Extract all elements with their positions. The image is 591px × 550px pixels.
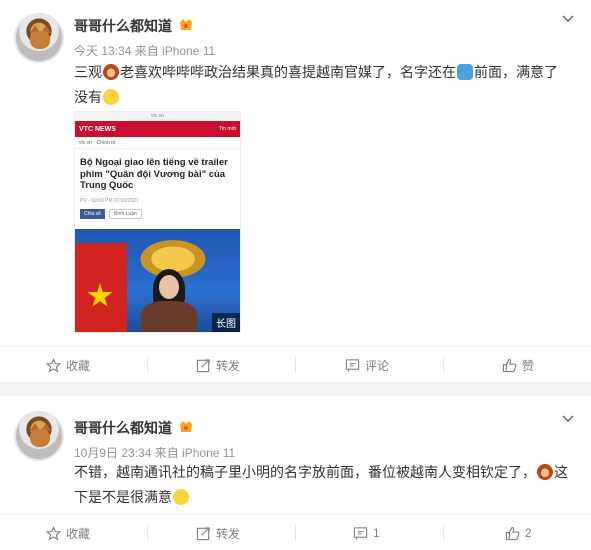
repost-icon [196,358,210,372]
repost-label: 转发 [216,526,241,541]
post-text-segment: 下是不是很满意 [74,489,172,505]
image-buttons: Chia sẻ Bình Luận [75,206,240,222]
image-byline: PV · 00:03 PM 07/10/2021 [80,197,139,204]
vip-badge-icon[interactable] [178,420,194,434]
post-text-segment: 三观 [74,64,102,80]
image-share-button: Chia sẻ [80,208,105,219]
long-image-badge: 长图 [212,313,240,332]
post-text: 三观 老喜欢哔哔哔政治结果真的喜提越南官媒了，名字还在 前面，满意了 没有 [74,60,574,110]
monkey-emoji-icon [537,464,553,480]
vip-badge-icon[interactable] [178,18,194,32]
avatar[interactable] [14,13,64,63]
post-image[interactable]: vtc.vn VTC NEWS Tin mới vtc.vn · Chính t… [74,111,241,333]
post-text-segment: 不错，越南通讯社的稿子里小明的名字放前面，番位被越南人变相钦定了， [74,464,536,480]
thumbs-up-icon [505,526,520,540]
image-site-logo: VTC NEWS [79,125,116,133]
favorite-button[interactable]: 收藏 [46,347,90,383]
star-icon [46,525,61,540]
comment-label: 评论 [365,358,390,373]
favorite-button[interactable]: 收藏 [46,515,90,550]
avatar[interactable] [14,411,64,461]
repost-label: 转发 [216,358,241,373]
post-meta: 10月9日 23:34 来自 iPhone 11 [74,446,236,460]
post-meta: 今天 13:34 来自 iPhone 11 [74,44,216,58]
comment-icon [345,358,360,372]
favorite-label: 收藏 [66,358,91,373]
post-text-segment: 这 [554,464,568,480]
spokesperson [139,269,199,332]
post-text-segment: 前面，满意了 [474,64,558,80]
repost-icon [196,526,210,540]
thinking-emoji-icon [173,489,189,505]
username[interactable]: 哥哥什么都知道 [74,16,172,36]
username[interactable]: 哥哥什么都知道 [74,418,172,438]
image-comment-button: Bình Luận [108,208,142,219]
post-separator [0,382,591,396]
comment-icon [353,526,368,540]
like-label: 赞 [522,358,535,373]
repost-button[interactable]: 转发 [196,515,240,550]
weibo-post-1: 哥哥什么都知道 今天 13:34 来自 iPhone 11 三观 老喜欢哔哔哔政治… [0,0,591,382]
thumbs-up-icon [502,358,517,372]
action-bar: 收藏 转发 评论 赞 [0,346,591,382]
image-subnav: vtc.vn · Chính trị [75,137,240,149]
comment-button[interactable]: 1 [353,515,380,550]
image-headline: Bộ Ngoại giao lên tiếng về trailer phim … [80,157,228,191]
action-bar: 收藏 转发 1 2 [0,514,591,550]
monkey-emoji-icon [103,64,119,80]
weibo-post-2: 哥哥什么都知道 10月9日 23:34 来自 iPhone 11 不错，越南通讯… [0,396,591,550]
star-icon [46,357,61,372]
image-site-header: VTC NEWS Tin mới [75,121,240,137]
comment-count: 1 [373,526,380,540]
image-url-bar: vtc.vn [75,112,240,121]
repost-button[interactable]: 转发 [196,347,240,383]
like-button[interactable]: 2 [505,515,532,550]
favorite-label: 收藏 [66,526,91,541]
hands-emoji-icon [457,64,473,80]
post-text-segment: 老喜欢哔哔哔政治结果真的喜提越南官媒了，名字还在 [120,64,456,80]
chevron-down-icon[interactable] [562,412,574,424]
chevron-down-icon[interactable] [562,12,574,24]
comment-button[interactable]: 评论 [345,347,389,383]
smile-emoji-icon [103,89,119,105]
post-text: 不错，越南通讯社的稿子里小明的名字放前面，番位被越南人变相钦定了， 这 下是不是很… [74,460,574,510]
like-button[interactable]: 赞 [502,347,534,383]
post-text-segment: 没有 [74,89,102,105]
vietnam-flag [75,243,127,332]
like-count: 2 [525,526,532,540]
image-site-nav: Tin mới [219,126,236,132]
